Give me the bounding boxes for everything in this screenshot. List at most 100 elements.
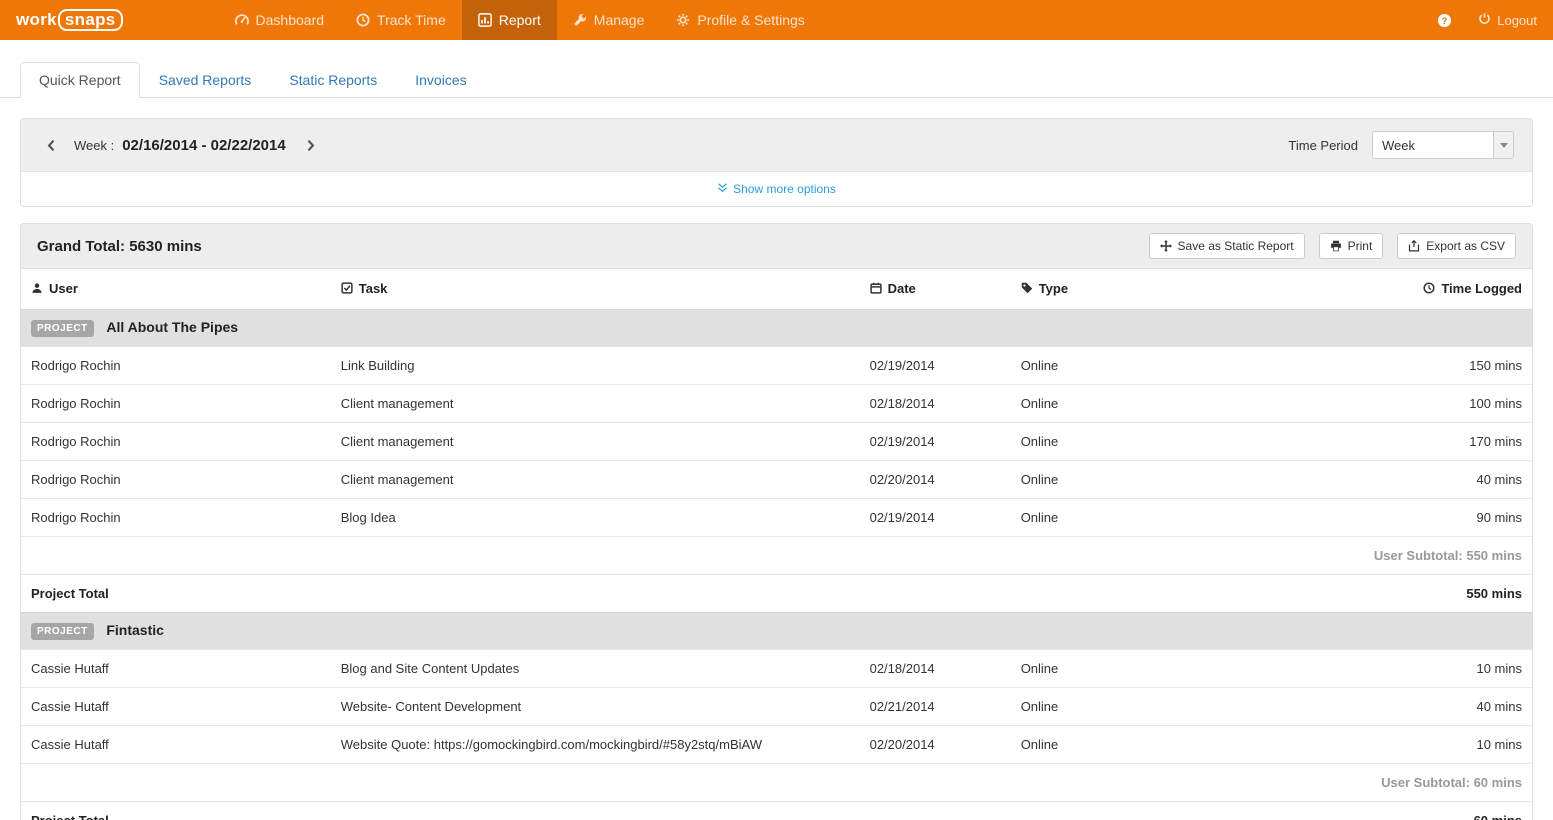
user-subtotal-row: User Subtotal: 60 mins xyxy=(21,764,1532,802)
cell-task: Client management xyxy=(331,461,860,499)
cell-date: 02/20/2014 xyxy=(860,461,1011,499)
clock-icon xyxy=(356,13,370,27)
project-total-value: 550 mins xyxy=(1222,575,1532,613)
cell-date: 02/18/2014 xyxy=(860,385,1011,423)
project-total-label: Project Total xyxy=(21,575,1222,613)
project-total-label: Project Total xyxy=(21,802,1222,820)
help-icon[interactable]: ? xyxy=(1437,13,1452,28)
nav-report[interactable]: Report xyxy=(462,0,557,40)
report-actions: Save as Static Report Print Export as CS… xyxy=(1149,233,1516,259)
show-more-label: Show more options xyxy=(733,182,836,196)
nav-label: Dashboard xyxy=(256,12,325,28)
table-row: Cassie Hutaff Website- Content Developme… xyxy=(21,688,1532,726)
previous-week-button[interactable] xyxy=(39,135,64,156)
tab-static-reports[interactable]: Static Reports xyxy=(270,62,396,98)
topbar-right: ? Logout xyxy=(1437,12,1537,28)
cell-type: Online xyxy=(1011,461,1223,499)
user-icon xyxy=(31,282,43,297)
cell-user: Rodrigo Rochin xyxy=(21,461,331,499)
export-csv-button[interactable]: Export as CSV xyxy=(1397,233,1516,259)
cell-date: 02/19/2014 xyxy=(860,347,1011,385)
project-header-row: PROJECT Fintastic xyxy=(21,613,1532,650)
table-row: Rodrigo Rochin Client management 02/20/2… xyxy=(21,461,1532,499)
cell-time: 170 mins xyxy=(1222,423,1532,461)
cell-type: Online xyxy=(1011,499,1223,537)
nav-track-time[interactable]: Track Time xyxy=(340,0,462,40)
tag-icon xyxy=(1021,282,1033,297)
nav-label: Track Time xyxy=(377,12,446,28)
nav-dashboard[interactable]: Dashboard xyxy=(219,0,341,40)
week-selector-row: Week : 02/16/2014 - 02/22/2014 Time Peri… xyxy=(21,119,1532,171)
next-week-button[interactable] xyxy=(298,135,323,156)
print-button[interactable]: Print xyxy=(1319,233,1384,259)
cell-user: Rodrigo Rochin xyxy=(21,347,331,385)
gear-icon xyxy=(676,13,690,27)
cell-task: Client management xyxy=(331,385,860,423)
show-more-row: Show more options xyxy=(21,171,1532,206)
cell-task: Client management xyxy=(331,423,860,461)
cell-type: Online xyxy=(1011,347,1223,385)
project-badge: PROJECT xyxy=(31,320,94,337)
report-tabs: Quick Report Saved Reports Static Report… xyxy=(0,40,1553,98)
cell-date: 02/19/2014 xyxy=(860,499,1011,537)
cell-task: Website- Content Development xyxy=(331,688,860,726)
chart-icon xyxy=(478,13,492,27)
cell-date: 02/19/2014 xyxy=(860,423,1011,461)
project-total-value: 60 mins xyxy=(1222,802,1532,820)
logout-button[interactable]: Logout xyxy=(1478,12,1537,28)
project-name: All About The Pipes xyxy=(106,319,238,335)
cell-date: 02/20/2014 xyxy=(860,726,1011,764)
main-content: Week : 02/16/2014 - 02/22/2014 Time Peri… xyxy=(0,98,1553,820)
chevron-down-icon xyxy=(1500,143,1508,148)
week-date-range: 02/16/2014 - 02/22/2014 xyxy=(122,137,285,154)
nav-manage[interactable]: Manage xyxy=(557,0,661,40)
cell-user: Cassie Hutaff xyxy=(21,650,331,688)
main-nav: Dashboard Track Time Report Manage Profi… xyxy=(219,0,821,40)
cell-time: 10 mins xyxy=(1222,650,1532,688)
logo-text-work: work xyxy=(16,10,57,30)
week-label: Week : xyxy=(74,138,114,153)
cell-time: 40 mins xyxy=(1222,688,1532,726)
dashboard-icon xyxy=(235,13,249,27)
logout-label: Logout xyxy=(1497,13,1537,28)
cell-type: Online xyxy=(1011,650,1223,688)
nav-label: Profile & Settings xyxy=(697,12,804,28)
button-label: Export as CSV xyxy=(1426,239,1505,253)
col-date: Date xyxy=(860,269,1011,310)
button-label: Print xyxy=(1348,239,1373,253)
cell-type: Online xyxy=(1011,385,1223,423)
col-time-logged: Time Logged xyxy=(1222,269,1532,310)
app-logo[interactable]: worksnaps xyxy=(16,9,123,31)
wrench-icon xyxy=(573,13,587,27)
task-check-icon xyxy=(341,282,353,297)
user-subtotal: User Subtotal: 550 mins xyxy=(21,537,1532,575)
user-subtotal: User Subtotal: 60 mins xyxy=(21,764,1532,802)
col-type: Type xyxy=(1011,269,1223,310)
cell-time: 150 mins xyxy=(1222,347,1532,385)
double-chevron-down-icon xyxy=(717,182,728,196)
tab-saved-reports[interactable]: Saved Reports xyxy=(140,62,271,98)
clock-icon xyxy=(1423,282,1435,297)
time-period-select[interactable]: Week xyxy=(1372,131,1514,159)
nav-profile-settings[interactable]: Profile & Settings xyxy=(660,0,820,40)
cell-type: Online xyxy=(1011,688,1223,726)
printer-icon xyxy=(1330,240,1342,252)
cell-type: Online xyxy=(1011,423,1223,461)
tab-quick-report[interactable]: Quick Report xyxy=(20,62,140,98)
cell-task: Blog and Site Content Updates xyxy=(331,650,860,688)
cell-user: Rodrigo Rochin xyxy=(21,499,331,537)
report-panel: Grand Total: 5630 mins Save as Static Re… xyxy=(20,223,1533,820)
report-table: User Task Date Type Time Logged PROJECT … xyxy=(21,269,1532,820)
tab-invoices[interactable]: Invoices xyxy=(396,62,485,98)
svg-text:?: ? xyxy=(1442,15,1448,25)
table-row: Rodrigo Rochin Blog Idea 02/19/2014 Onli… xyxy=(21,499,1532,537)
cell-user: Cassie Hutaff xyxy=(21,688,331,726)
table-row: Cassie Hutaff Website Quote: https://gom… xyxy=(21,726,1532,764)
save-static-report-button[interactable]: Save as Static Report xyxy=(1149,233,1305,259)
cell-time: 40 mins xyxy=(1222,461,1532,499)
project-total-row: Project Total 60 mins xyxy=(21,802,1532,820)
table-header-row: User Task Date Type Time Logged xyxy=(21,269,1532,310)
show-more-options-link[interactable]: Show more options xyxy=(717,182,836,196)
table-row: Rodrigo Rochin Client management 02/19/2… xyxy=(21,423,1532,461)
project-badge: PROJECT xyxy=(31,623,94,640)
